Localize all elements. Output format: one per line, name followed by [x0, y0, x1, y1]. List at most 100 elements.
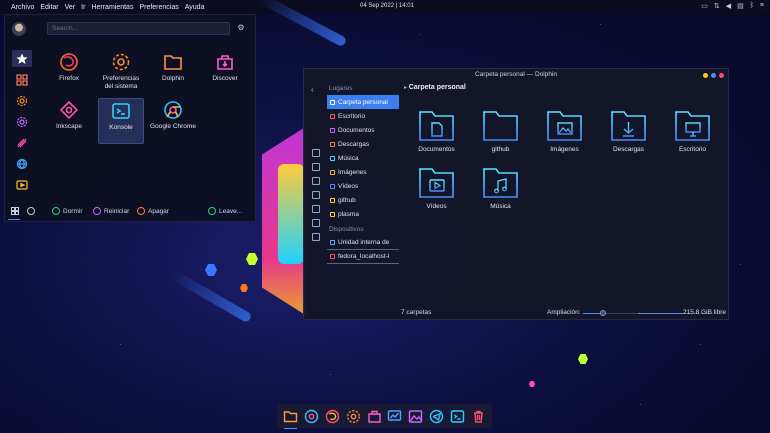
preview-icon[interactable] [312, 177, 320, 185]
thumbnails-icon[interactable] [312, 233, 320, 241]
menu-editar[interactable]: Editar [40, 4, 58, 11]
place-pictures[interactable]: Imágenes [327, 165, 399, 179]
settings-icon [16, 95, 28, 106]
place-videos[interactable]: Vídeos [327, 179, 399, 193]
monitor-icon [388, 409, 402, 421]
leave-button[interactable]: Leave... [208, 207, 242, 215]
network-icon[interactable]: ⇅ [714, 2, 720, 10]
category-multimedia[interactable] [12, 176, 32, 193]
category-favorites[interactable] [12, 50, 32, 67]
dock-telegram[interactable] [428, 408, 445, 425]
dock-firefox[interactable] [324, 408, 341, 425]
window-title: Carpeta personal — Dolphin [474, 71, 558, 78]
place-downloads[interactable]: Descargas [327, 137, 399, 151]
place-github[interactable]: github [327, 193, 399, 207]
screen-icon[interactable]: ▭ [701, 2, 708, 10]
dock-konsole[interactable] [449, 408, 466, 425]
place-documents[interactable]: Documentos [327, 123, 399, 137]
filter-icon[interactable]: ⚙ [236, 23, 246, 33]
menu-ver[interactable]: Ver [65, 4, 76, 11]
category-all-apps[interactable] [12, 71, 32, 88]
place-label: github [338, 196, 356, 204]
shutdown-button[interactable]: Apagar [137, 207, 169, 215]
folder-item[interactable]: Imágenes [542, 109, 587, 153]
folder-label: Música [490, 203, 511, 210]
search-input[interactable] [47, 22, 230, 35]
place-plasma[interactable]: plasma [327, 207, 399, 221]
sleep-button[interactable]: Dormir [52, 207, 83, 215]
folder-item[interactable]: Documentos [414, 109, 459, 153]
category-settings[interactable] [12, 92, 32, 109]
volume-icon[interactable]: ◀ [726, 2, 731, 10]
dock-discover[interactable] [366, 408, 383, 425]
category-internet[interactable] [12, 155, 32, 172]
place-music[interactable]: Música [327, 151, 399, 165]
folder-item[interactable]: github [478, 109, 523, 153]
folder-item[interactable]: Vídeos [414, 166, 459, 210]
restart-label: Reiniciar [104, 207, 130, 215]
dock-trash[interactable] [470, 408, 487, 425]
dock-image-viewer[interactable] [407, 408, 424, 425]
back-icon[interactable]: ‹ [311, 85, 314, 94]
dock-chrome[interactable] [303, 408, 320, 425]
app-dolphin[interactable]: Dolphin [150, 50, 196, 96]
clipboard-icon[interactable]: ▤ [737, 2, 744, 10]
menu-preferencias[interactable]: Preferencias [139, 4, 178, 11]
app-konsole[interactable]: Konsole [98, 98, 144, 144]
document-icon [330, 127, 335, 133]
restart-button[interactable]: Reiniciar [93, 207, 129, 215]
minimize-button[interactable] [703, 73, 708, 78]
all-apps-toggle[interactable] [11, 207, 19, 215]
menu-icon[interactable] [312, 219, 320, 227]
trash-icon [473, 410, 483, 423]
maximize-button[interactable] [711, 73, 716, 78]
folder-item[interactable]: Escritorio [670, 109, 715, 153]
menu-herramientas[interactable]: Herramientas [91, 4, 133, 11]
menu-ayuda[interactable]: Ayuda [185, 4, 205, 11]
wallpaper-star [700, 344, 701, 345]
folder-item[interactable]: Descargas [606, 109, 651, 153]
folder-item[interactable]: Música [478, 166, 523, 210]
split-view-icon[interactable] [312, 149, 320, 157]
image-folder-icon [547, 111, 582, 141]
menu-ir[interactable]: Ir [81, 4, 85, 11]
app-firefox[interactable]: Firefox [46, 50, 92, 96]
folder-label: Escritorio [678, 146, 707, 153]
place-desktop[interactable]: Escritorio [327, 109, 399, 123]
category-development[interactable] [12, 134, 32, 151]
clock[interactable]: 04 Sep 2022 | 14:01 [360, 3, 414, 9]
document-folder-icon [419, 111, 454, 141]
place-label: Carpeta personal [338, 98, 388, 106]
search-icon[interactable] [312, 205, 320, 213]
device-fedora[interactable]: fedora_localhost-l [327, 250, 399, 264]
info-panel-icon[interactable] [312, 163, 320, 171]
navigation: ‹ [311, 85, 314, 94]
wallpaper-badge-inner [278, 164, 304, 264]
device-internal[interactable]: Unidad interna de [327, 236, 399, 250]
recent-toggle[interactable] [27, 207, 35, 215]
dock-monitor[interactable] [386, 408, 403, 425]
app-google-chrome[interactable]: Google Chrome [150, 98, 196, 144]
app-discover[interactable]: Discover [202, 50, 248, 96]
breadcrumb[interactable]: Carpeta personal [404, 84, 466, 91]
all-apps-icon [16, 73, 28, 86]
zoom-slider-handle[interactable] [599, 310, 606, 316]
avatar[interactable] [12, 22, 26, 36]
app-inkscape[interactable]: Inkscape [46, 98, 92, 144]
terminal-panel-icon[interactable] [312, 191, 320, 199]
dock-dolphin[interactable] [282, 408, 299, 429]
category-system[interactable] [12, 113, 32, 130]
hamburger-icon[interactable]: ≡ [760, 2, 764, 10]
menu-archivo[interactable]: Archivo [11, 4, 34, 11]
chrome-icon [304, 409, 319, 423]
dock-settings[interactable] [345, 408, 362, 425]
bluetooth-icon[interactable]: ᛒ [750, 2, 754, 10]
app-label: Firefox [59, 75, 79, 82]
app-label: Konsole [109, 124, 133, 131]
firefox-icon [60, 53, 78, 71]
place-label: Escritorio [338, 112, 366, 120]
inkscape-icon [59, 100, 79, 120]
place-home[interactable]: Carpeta personal [327, 95, 399, 109]
app-system-settings[interactable]: Preferencias del sistema [98, 50, 144, 96]
close-button[interactable] [719, 73, 724, 78]
